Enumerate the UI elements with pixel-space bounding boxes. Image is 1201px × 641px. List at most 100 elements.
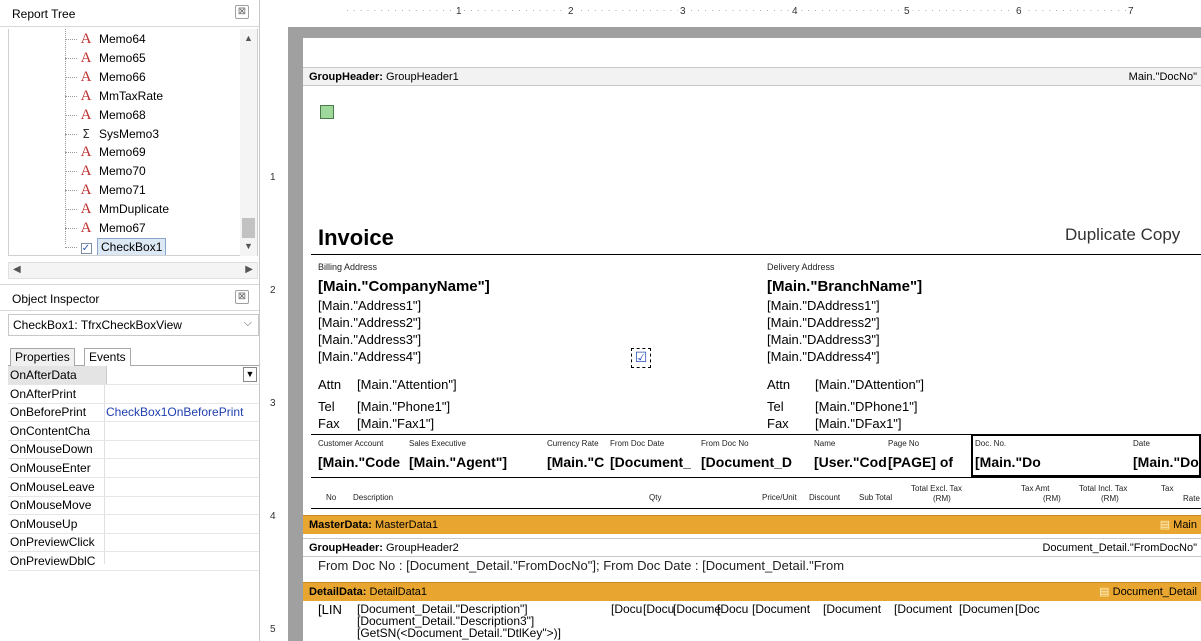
band-groupheader2[interactable]: GroupHeader: GroupHeader2 Document_Detai…: [303, 538, 1201, 557]
property-row[interactable]: OnContentCha: [8, 422, 259, 441]
column-header[interactable]: Discount: [809, 493, 840, 502]
delivery-address-line[interactable]: [Main."DAddress3"]: [767, 332, 880, 347]
property-row[interactable]: OnAfterData ▼: [8, 366, 259, 385]
tree-item[interactable]: A Memo69: [9, 143, 241, 162]
scroll-up-icon[interactable]: ▲: [244, 33, 253, 43]
info-value[interactable]: [PAGE] of: [888, 454, 953, 470]
tree-item[interactable]: A Memo68: [9, 106, 241, 125]
info-label[interactable]: Customer Account: [318, 439, 383, 448]
info-value[interactable]: [Main."Do: [975, 454, 1041, 470]
column-header[interactable]: Sub Total: [859, 493, 892, 502]
tree-horizontal-scrollbar[interactable]: ◀ ▶: [8, 262, 258, 279]
dfax-label[interactable]: Fax: [767, 416, 789, 431]
delivery-address-line[interactable]: [Main."DAddress1"]: [767, 298, 880, 313]
tree-item[interactable]: A Memo66: [9, 68, 241, 87]
tree-item[interactable]: A Memo70: [9, 162, 241, 181]
scroll-left-icon[interactable]: ◀: [13, 264, 21, 275]
fax-value[interactable]: [Main."Fax1"]: [357, 416, 434, 431]
delivery-address-line[interactable]: [Main."DAddress4"]: [767, 349, 880, 364]
picture-icon[interactable]: [320, 105, 334, 119]
delivery-label[interactable]: Delivery Address: [767, 262, 835, 272]
billing-address-line[interactable]: [Main."Address1"]: [318, 298, 421, 313]
tree-item[interactable]: A MmDuplicate: [9, 200, 241, 219]
info-label[interactable]: Name: [814, 439, 835, 448]
fax-label[interactable]: Fax: [318, 416, 340, 431]
band-masterdata1[interactable]: MasterData: MasterData1 ▤ Main: [303, 515, 1201, 534]
dattn-value[interactable]: [Main."DAttention"]: [815, 377, 924, 392]
scroll-thumb[interactable]: [242, 218, 255, 238]
column-header[interactable]: Description: [353, 493, 393, 502]
company-name[interactable]: [Main."CompanyName"]: [318, 278, 490, 295]
info-label[interactable]: Sales Executive: [409, 439, 466, 448]
dtel-label[interactable]: Tel: [767, 399, 784, 414]
column-header[interactable]: Total Incl. Tax: [1079, 484, 1127, 493]
info-label[interactable]: Currency Rate: [547, 439, 599, 448]
attn-value[interactable]: [Main."Attention"]: [357, 377, 457, 392]
tab-properties[interactable]: Properties: [10, 348, 75, 366]
detail-cell[interactable]: [Docu: [611, 602, 642, 616]
detail-cell[interactable]: [Document: [823, 602, 881, 616]
detail-cell[interactable]: [Doc: [1015, 602, 1040, 616]
property-row[interactable]: OnPreviewClick: [8, 533, 259, 553]
dtel-value[interactable]: [Main."DPhone1"]: [815, 399, 917, 414]
chevron-down-icon[interactable]: ⌵: [244, 317, 252, 330]
billing-address-line[interactable]: [Main."Address2"]: [318, 315, 421, 330]
detail-cell[interactable]: [Docume: [673, 602, 721, 616]
info-label[interactable]: Page No: [888, 439, 919, 448]
property-row[interactable]: OnAfterPrint: [8, 385, 259, 404]
invoice-title[interactable]: Invoice: [318, 225, 394, 251]
info-label[interactable]: Doc. No.: [975, 439, 1006, 448]
column-header[interactable]: Qty: [649, 493, 661, 502]
tree-item[interactable]: ✓ CheckBox1: [9, 237, 241, 255]
report-page[interactable]: GroupHeader: GroupHeader1 Main."DocNo" I…: [303, 38, 1201, 641]
scroll-down-icon[interactable]: ▼: [244, 241, 253, 251]
delivery-address-line[interactable]: [Main."DAddress2"]: [767, 315, 880, 330]
column-header-unit[interactable]: (RM): [933, 494, 951, 503]
column-header-unit[interactable]: Rate: [1183, 494, 1200, 503]
property-row[interactable]: OnMouseLeave: [8, 478, 259, 497]
object-select[interactable]: CheckBox1: TfrxCheckBoxView ⌵: [8, 314, 259, 336]
info-value[interactable]: [User."Cod: [814, 454, 887, 470]
property-row[interactable]: OnMouseUp: [8, 515, 259, 534]
branch-name[interactable]: [Main."BranchName"]: [767, 278, 922, 295]
detail-description[interactable]: [GetSN(<Document_Detail."DtlKey">)]: [357, 626, 561, 640]
property-value[interactable]: CheckBox1OnBeforePrint: [106, 403, 243, 421]
info-value[interactable]: [Document_: [610, 454, 691, 470]
detail-line-no[interactable]: [LIN: [318, 602, 342, 617]
band-detaildata1[interactable]: DetailData: DetailData1 ▤ Document_Detai…: [303, 582, 1201, 601]
info-label[interactable]: From Doc Date: [610, 439, 664, 448]
billing-label[interactable]: Billing Address: [318, 262, 377, 272]
column-header-unit[interactable]: (RM): [1101, 494, 1119, 503]
tree-item[interactable]: A MmTaxRate: [9, 87, 241, 106]
detail-cell[interactable]: [Docu: [717, 602, 748, 616]
detail-cell[interactable]: [Documen: [959, 602, 1014, 616]
group2-text[interactable]: From Doc No : [Document_Detail."FromDocN…: [318, 558, 844, 573]
detail-cell[interactable]: [Document: [894, 602, 952, 616]
close-icon[interactable]: ⊠: [235, 5, 249, 19]
property-row[interactable]: OnPreviewDblC: [8, 552, 259, 571]
column-header-unit[interactable]: (RM): [1043, 494, 1061, 503]
property-row[interactable]: OnMouseEnter: [8, 459, 259, 478]
tree-item[interactable]: A Memo67: [9, 219, 241, 238]
column-header[interactable]: Total Excl. Tax: [911, 484, 962, 493]
tel-value[interactable]: [Main."Phone1"]: [357, 399, 450, 414]
column-header[interactable]: Price/Unit: [762, 493, 797, 502]
tel-label[interactable]: Tel: [318, 399, 335, 414]
report-tree[interactable]: A Memo64 A Memo65 A Memo66 A MmTaxRate A Memo68 Σ S…: [8, 29, 258, 256]
tree-item[interactable]: A Memo71: [9, 181, 241, 200]
band-groupheader1[interactable]: GroupHeader: GroupHeader1 Main."DocNo": [303, 67, 1201, 86]
dfax-value[interactable]: [Main."DFax1"]: [815, 416, 902, 431]
billing-address-line[interactable]: [Main."Address3"]: [318, 332, 421, 347]
property-row[interactable]: OnMouseMove: [8, 496, 259, 516]
tab-events[interactable]: Events: [84, 348, 131, 367]
attn-label[interactable]: Attn: [318, 377, 341, 392]
duplicate-copy[interactable]: Duplicate Copy: [1065, 225, 1180, 245]
property-value[interactable]: [106, 366, 259, 384]
info-value[interactable]: [Main."Code: [318, 454, 400, 470]
billing-address-line[interactable]: [Main."Address4"]: [318, 349, 421, 364]
info-label[interactable]: From Doc No: [701, 439, 749, 448]
scroll-right-icon[interactable]: ▶: [245, 264, 253, 275]
detail-cell[interactable]: [Docu: [643, 602, 674, 616]
info-value[interactable]: [Document_D: [701, 454, 792, 470]
property-row[interactable]: OnBeforePrint CheckBox1OnBeforePrint: [8, 403, 259, 423]
